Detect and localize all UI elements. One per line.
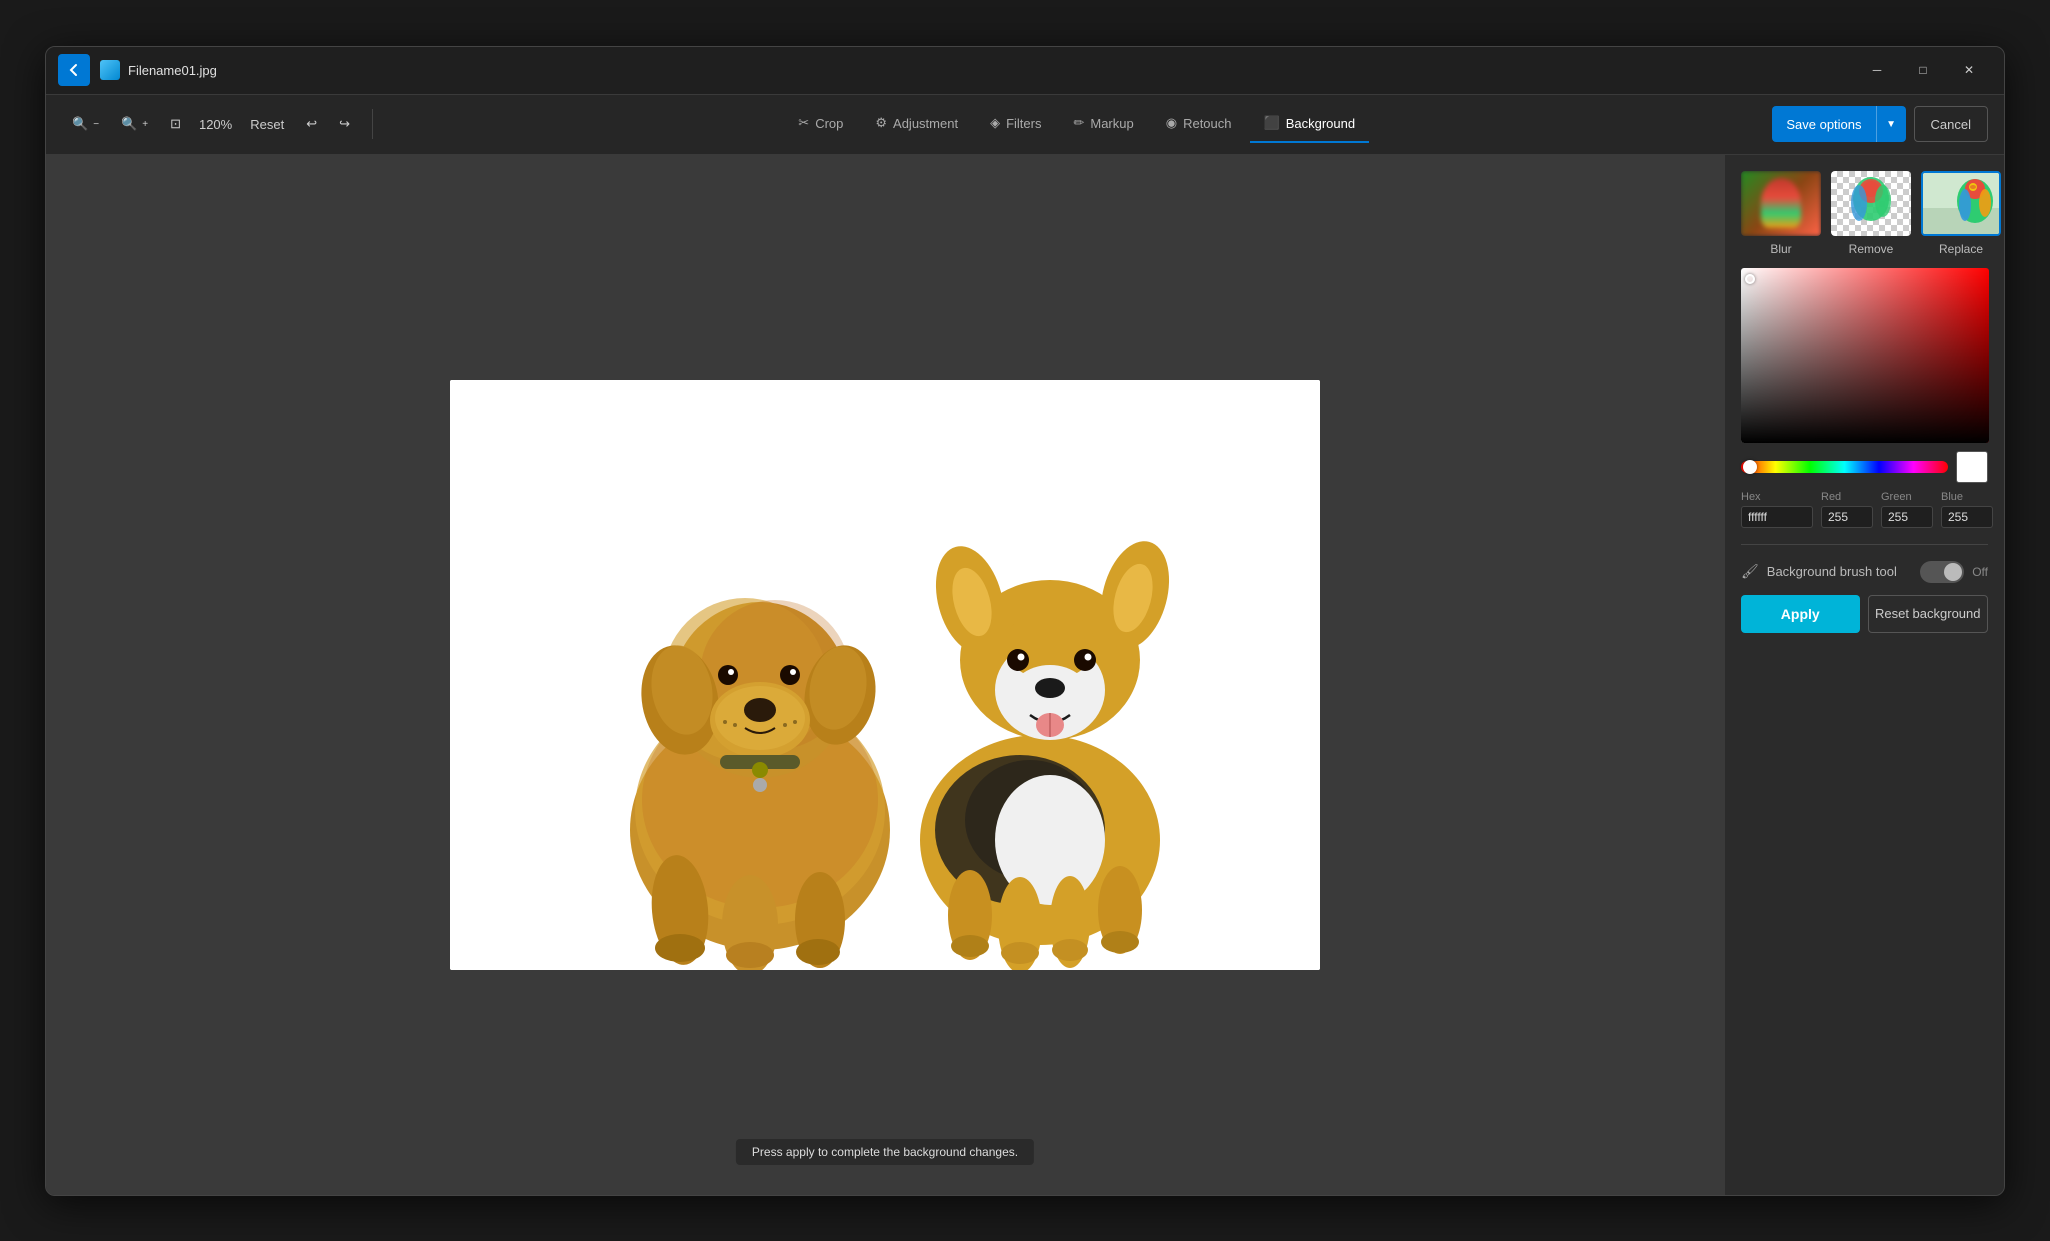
adjustment-icon: ⚙ <box>875 115 887 131</box>
replace-label: Replace <box>1939 242 1983 256</box>
replace-thumbnail <box>1921 171 2001 236</box>
window-controls: ─ □ ✕ <box>1854 54 1992 86</box>
color-values-row: Hex Red Green Blue <box>1741 491 1988 528</box>
blur-label: Blur <box>1770 242 1791 256</box>
titlebar: Filename01.jpg ─ □ ✕ <box>46 47 2004 95</box>
green-label: Green <box>1881 491 1933 503</box>
zoom-controls: 🔍 − 🔍 + ⊡ 120% Reset ↩ ↪ <box>62 106 360 142</box>
hue-slider[interactable] <box>1741 461 1948 473</box>
blue-label: Blue <box>1941 491 1993 503</box>
preset-blur[interactable]: Blur <box>1741 171 1821 256</box>
brightness-gradient <box>1741 268 1989 443</box>
presets-row: Blur <box>1741 171 1988 256</box>
green-group: Green <box>1881 491 1933 528</box>
blur-thumbnail <box>1741 171 1821 236</box>
tab-markup[interactable]: ✏ Markup <box>1059 105 1147 143</box>
save-options-arrow: ▼ <box>1876 106 1906 142</box>
brush-toggle[interactable] <box>1920 561 1964 583</box>
color-gradient-box[interactable] <box>1741 268 1989 443</box>
canvas-area[interactable]: Press apply to complete the background c… <box>46 155 1724 1195</box>
remove-label: Remove <box>1849 242 1894 256</box>
status-message: Press apply to complete the background c… <box>736 1139 1034 1165</box>
tab-retouch[interactable]: ◉ Retouch <box>1152 105 1246 143</box>
red-input[interactable] <box>1821 506 1873 528</box>
zoom-fit-button[interactable]: ⊡ <box>160 106 191 142</box>
maximize-button[interactable]: □ <box>1900 54 1946 86</box>
app-icon <box>100 60 120 80</box>
zoom-out-button[interactable]: 🔍 − <box>62 106 109 142</box>
background-label: Background <box>1286 116 1355 131</box>
checkerboard-bg <box>1831 171 1911 236</box>
hex-input[interactable] <box>1741 506 1813 528</box>
close-button[interactable]: ✕ <box>1946 54 1992 86</box>
markup-icon: ✏ <box>1073 115 1084 131</box>
app-window: Filename01.jpg ─ □ ✕ 🔍 − 🔍 + ⊡ 120% Rese… <box>45 46 2005 1196</box>
tab-background[interactable]: ⬛ Background <box>1250 105 1370 143</box>
background-icon: ⬛ <box>1264 115 1280 131</box>
adjustment-label: Adjustment <box>893 116 958 131</box>
zoom-out-label: − <box>93 119 99 130</box>
back-button[interactable] <box>58 54 90 86</box>
zoom-value: 120% <box>193 117 238 132</box>
color-swatch[interactable] <box>1956 451 1988 483</box>
brush-icon: 🖌 <box>1741 563 1759 580</box>
color-picker-handle[interactable] <box>1745 274 1755 284</box>
toolbar-separator <box>372 109 373 139</box>
color-picker-area: Hex Red Green Blue <box>1741 268 1988 528</box>
preset-remove[interactable]: Remove <box>1831 171 1911 256</box>
tab-crop[interactable]: ✂ Crop <box>784 105 857 143</box>
toolbar: 🔍 − 🔍 + ⊡ 120% Reset ↩ ↪ ✂ Crop ⚙ Adjust… <box>46 95 2004 155</box>
zoom-in-icon: 🔍 <box>121 116 137 132</box>
divider <box>1741 544 1988 545</box>
color-hue-row <box>1741 451 1988 483</box>
green-input[interactable] <box>1881 506 1933 528</box>
filters-icon: ◈ <box>990 115 1000 131</box>
image-canvas <box>450 380 1320 970</box>
red-label: Red <box>1821 491 1873 503</box>
hex-group: Hex <box>1741 491 1813 528</box>
zoom-in-button[interactable]: 🔍 + <box>111 106 158 142</box>
toolbar-nav: ✂ Crop ⚙ Adjustment ◈ Filters ✏ Markup ◉… <box>385 105 1768 143</box>
tab-filters[interactable]: ◈ Filters <box>976 105 1055 143</box>
zoom-out-icon: 🔍 <box>72 116 88 132</box>
right-panel: Blur <box>1724 155 2004 1195</box>
remove-thumbnail <box>1831 171 1911 236</box>
main-content: Press apply to complete the background c… <box>46 155 2004 1195</box>
status-text: Press apply to complete the background c… <box>752 1145 1018 1159</box>
tab-adjustment[interactable]: ⚙ Adjustment <box>861 105 972 143</box>
crop-icon: ✂ <box>798 115 809 131</box>
dogs-image <box>450 380 1320 970</box>
preset-replace[interactable]: Replace <box>1921 171 2001 256</box>
reset-button[interactable]: Reset <box>240 106 294 142</box>
minimize-button[interactable]: ─ <box>1854 54 1900 86</box>
zoom-in-label: + <box>142 119 148 130</box>
action-buttons: Apply Reset background <box>1741 595 1988 633</box>
blue-input[interactable] <box>1941 506 1993 528</box>
hue-handle[interactable] <box>1743 460 1757 474</box>
crop-label: Crop <box>815 116 843 131</box>
undo-button[interactable]: ↩ <box>296 106 327 142</box>
toggle-off-label: Off <box>1972 565 1988 579</box>
toolbar-actions: Save options ▼ Cancel <box>1772 106 1988 142</box>
filters-label: Filters <box>1006 116 1041 131</box>
cancel-button[interactable]: Cancel <box>1914 106 1988 142</box>
save-options-label: Save options <box>1772 117 1875 132</box>
redo-button[interactable]: ↪ <box>329 106 360 142</box>
red-group: Red <box>1821 491 1873 528</box>
retouch-label: Retouch <box>1183 116 1231 131</box>
apply-button[interactable]: Apply <box>1741 595 1860 633</box>
brush-tool-row: 🖌 Background brush tool Off <box>1741 561 1988 583</box>
retouch-icon: ◉ <box>1166 115 1177 131</box>
window-title: Filename01.jpg <box>128 63 1854 78</box>
blue-group: Blue <box>1941 491 1993 528</box>
brush-tool-label: Background brush tool <box>1767 564 1912 579</box>
reset-background-button[interactable]: Reset background <box>1868 595 1989 633</box>
markup-label: Markup <box>1090 116 1133 131</box>
save-options-button[interactable]: Save options ▼ <box>1772 106 1905 142</box>
hex-label: Hex <box>1741 491 1813 503</box>
